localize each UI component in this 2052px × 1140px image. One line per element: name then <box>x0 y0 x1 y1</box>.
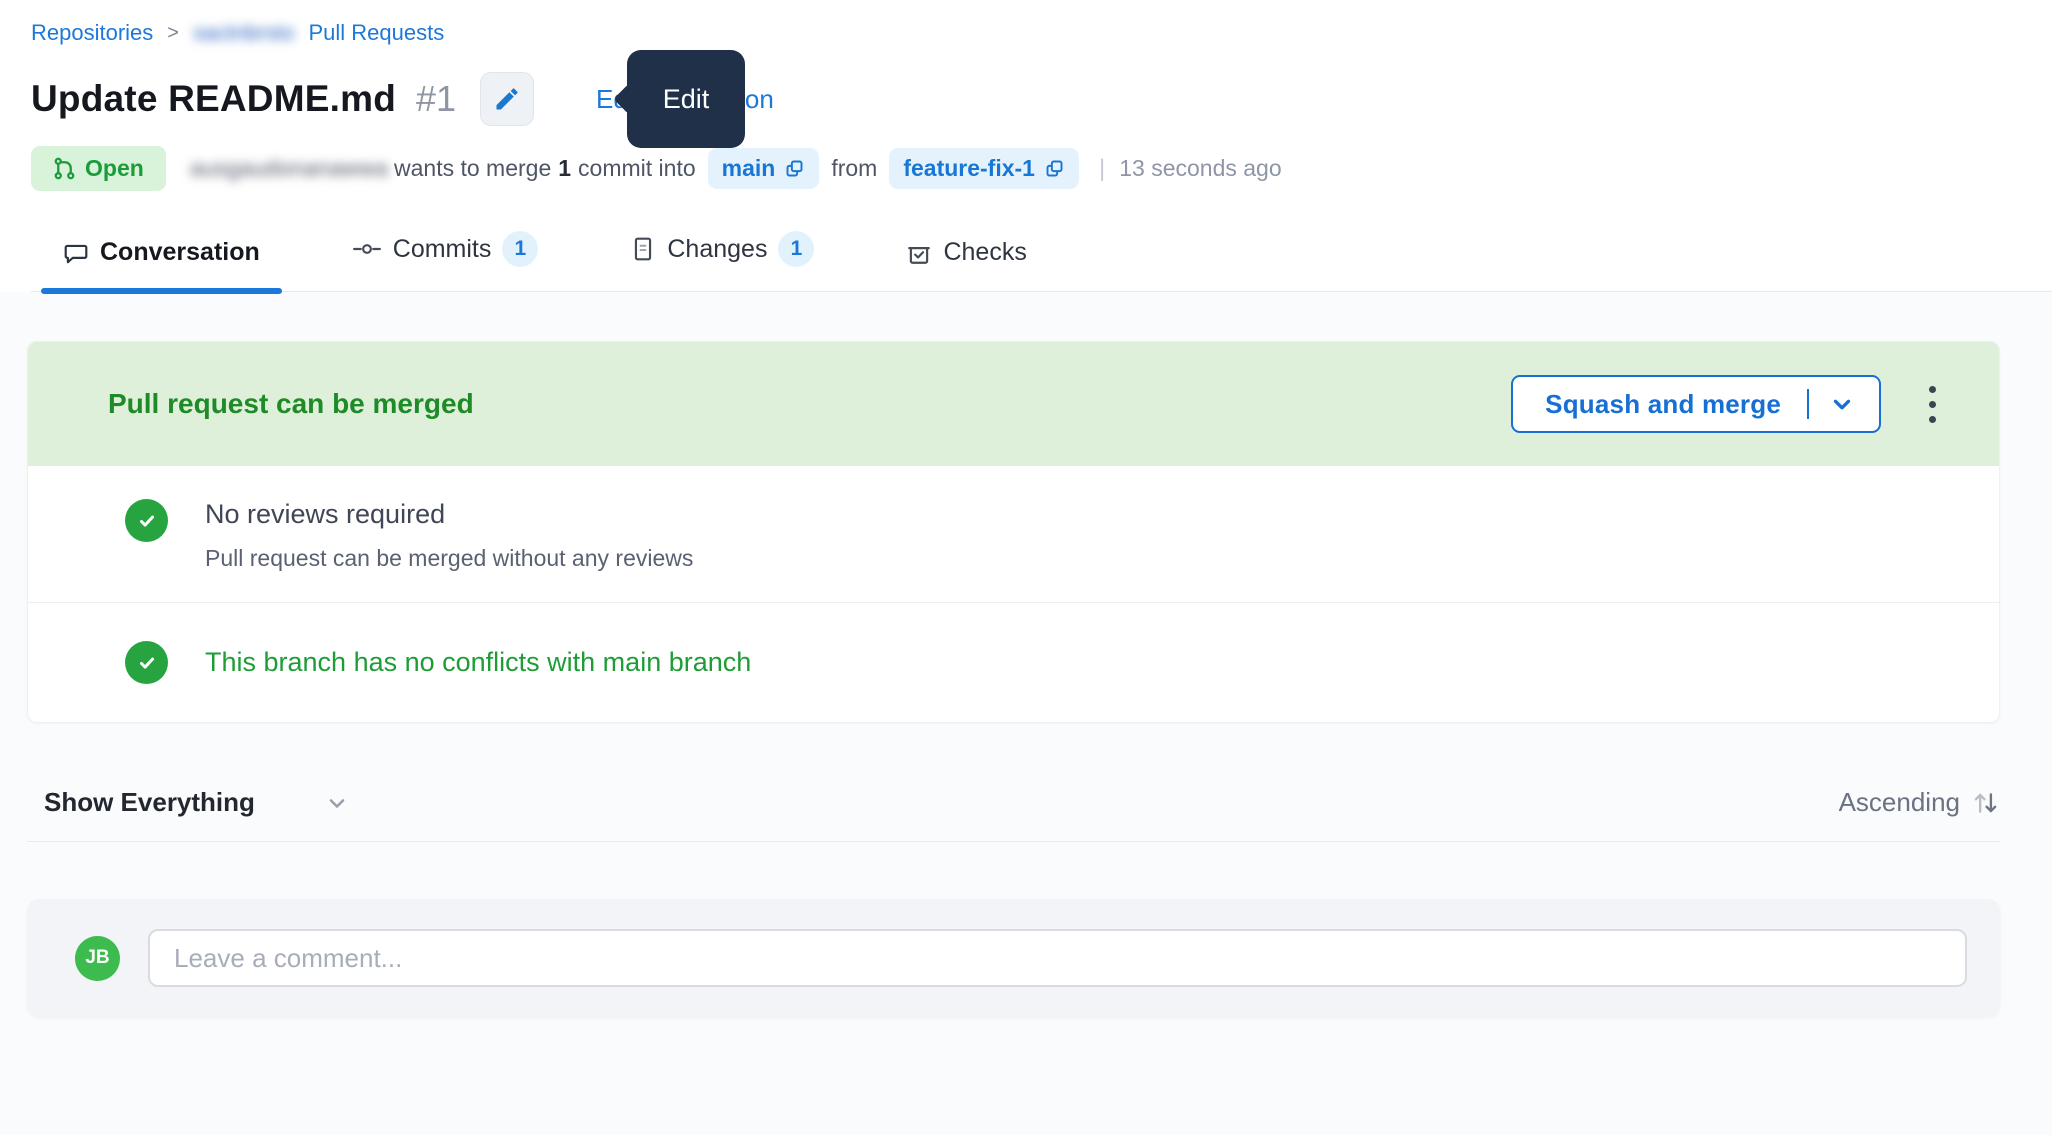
button-divider <box>1807 389 1809 419</box>
copy-icon[interactable] <box>1044 158 1065 179</box>
timeline-filter-label: Show Everything <box>44 787 255 818</box>
meta-divider: | <box>1099 155 1105 183</box>
pr-title: Update README.md <box>31 78 396 120</box>
tab-label: Checks <box>943 238 1026 267</box>
active-tab-underline <box>41 288 282 294</box>
file-diff-icon <box>630 236 656 262</box>
merge-actions: Squash and merge <box>1511 375 1944 433</box>
breadcrumb-pull-requests-link[interactable]: Pull Requests <box>308 20 444 46</box>
page-header: Repositories > sactnbrsto Pull Requests … <box>0 0 2052 292</box>
tab-changes[interactable]: Changes 1 <box>608 231 836 291</box>
check-circle-icon <box>125 641 168 684</box>
pencil-icon <box>493 85 521 113</box>
merge-header: Pull request can be merged Squash and me… <box>28 342 1999 466</box>
edit-title-button[interactable] <box>480 72 534 126</box>
breadcrumb-separator: > <box>167 22 179 45</box>
squash-and-merge-label: Squash and merge <box>1545 389 1781 420</box>
sort-arrows-icon <box>1970 788 2000 818</box>
tab-label: Changes <box>667 235 767 264</box>
timeline-sort-label: Ascending <box>1839 787 1960 818</box>
status-badge-label: Open <box>85 155 144 182</box>
tab-conversation[interactable]: Conversation <box>41 238 282 291</box>
conversation-panel: Pull request can be merged Squash and me… <box>0 292 2052 1135</box>
conflict-status-row: This branch has no conflicts with main b… <box>28 602 1999 722</box>
more-options-button[interactable] <box>1921 378 1944 431</box>
check-circle-icon <box>125 499 168 542</box>
review-status-row: No reviews required Pull request can be … <box>28 466 1999 602</box>
pr-tab-bar: Conversation Commits 1 Changes 1 <box>31 231 2052 292</box>
timeline-filter-dropdown[interactable]: Show Everything <box>44 787 349 818</box>
base-branch-badge[interactable]: main <box>708 148 820 189</box>
copy-icon[interactable] <box>784 158 805 179</box>
changes-count-badge: 1 <box>778 231 814 267</box>
tab-label: Conversation <box>100 238 260 267</box>
breadcrumb-repositories-link[interactable]: Repositories <box>31 20 153 46</box>
checklist-icon <box>906 240 932 266</box>
user-avatar: JB <box>75 936 120 981</box>
pr-meta-row: Open ausgaudonanawwa wants to merge 1 co… <box>31 146 2052 191</box>
status-badge: Open <box>31 146 166 191</box>
vertical-dots-icon <box>1929 416 1936 423</box>
tab-commits[interactable]: Commits 1 <box>330 231 561 291</box>
tab-checks[interactable]: Checks <box>884 238 1048 291</box>
squash-and-merge-button[interactable]: Squash and merge <box>1511 375 1881 433</box>
head-branch-name: feature-fix-1 <box>903 155 1035 182</box>
breadcrumb: Repositories > sactnbrsto Pull Requests <box>31 0 2052 46</box>
tooltip-label: Edit <box>663 84 710 115</box>
speech-bubble-icon <box>63 240 89 266</box>
vertical-dots-icon <box>1929 401 1936 408</box>
created-timestamp: 13 seconds ago <box>1119 155 1281 182</box>
pr-title-row: Update README.md #1 Edit description Edi… <box>31 68 2052 130</box>
author-name-blurred[interactable]: ausgaudonanawwa <box>190 155 388 182</box>
conflict-status-title: This branch has no conflicts with main b… <box>205 647 751 678</box>
review-status-texts: No reviews required Pull request can be … <box>205 499 693 572</box>
tab-label: Commits <box>393 235 492 264</box>
from-label: from <box>831 155 877 182</box>
review-status-title: No reviews required <box>205 499 693 530</box>
timeline-sort-toggle[interactable]: Ascending <box>1839 787 2000 818</box>
commit-count: 1 <box>558 155 571 182</box>
merge-text-1: wants to merge <box>394 155 551 182</box>
timeline-divider <box>27 841 2000 842</box>
review-status-subtitle: Pull request can be merged without any r… <box>205 545 693 572</box>
git-merge-icon <box>53 157 76 180</box>
chevron-down-icon <box>325 791 349 815</box>
commit-icon <box>352 236 382 262</box>
new-comment-box: JB <box>27 899 2000 1017</box>
vertical-dots-icon <box>1929 386 1936 393</box>
edit-tooltip: Edit <box>627 50 745 148</box>
pr-number: #1 <box>416 78 456 120</box>
commits-count-badge: 1 <box>502 231 538 267</box>
merge-header-title: Pull request can be merged <box>108 388 474 420</box>
merge-text-2: commit into <box>578 155 696 182</box>
breadcrumb-repo-name-blurred[interactable]: sactnbrsto <box>193 20 295 46</box>
comment-input[interactable] <box>148 929 1967 987</box>
head-branch-badge[interactable]: feature-fix-1 <box>889 148 1079 189</box>
merge-status-card: Pull request can be merged Squash and me… <box>27 341 2000 723</box>
base-branch-name: main <box>722 155 776 182</box>
timeline-controls: Show Everything Ascending <box>27 787 2000 818</box>
chevron-down-icon[interactable] <box>1829 391 1855 417</box>
